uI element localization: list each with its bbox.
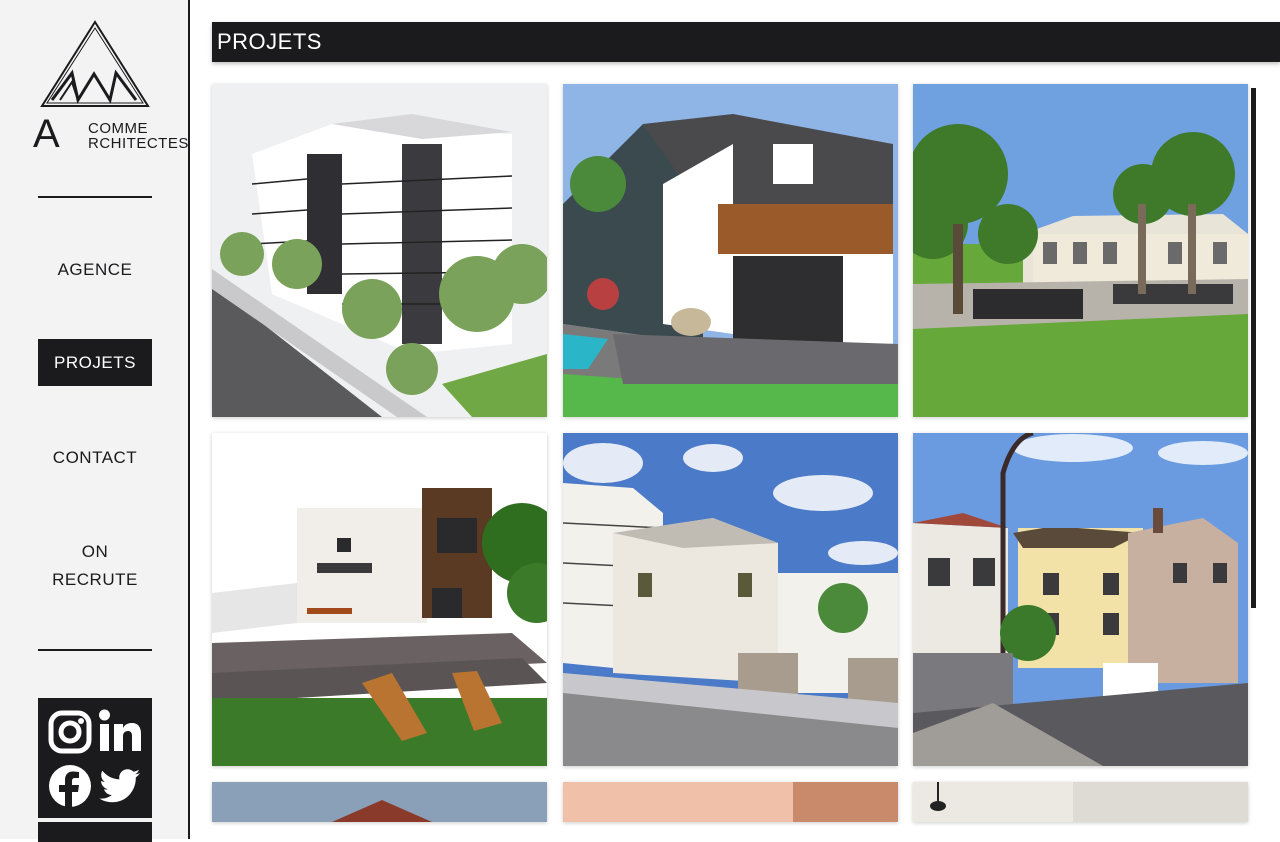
project-image [563,84,898,417]
project-tile[interactable] [913,782,1248,822]
project-tile[interactable] [212,782,547,822]
page-title-bar: PROJETS [212,22,1280,62]
nav-item-label: CONTACT [52,448,138,467]
project-image [212,433,547,766]
project-image [212,84,547,417]
nav-item-contact[interactable]: CONTACT [38,446,152,470]
nav-item-on-recrute[interactable]: ON RECRUTE [38,538,152,594]
logo-letter: A [33,112,60,156]
project-image [212,782,547,822]
project-tile[interactable] [563,84,898,417]
logo-line-2: RCHITECTES [88,135,189,152]
nav-item-agence[interactable]: AGENCE [38,258,152,282]
project-image [913,84,1248,417]
nav-item-label: PROJETS [54,353,136,372]
divider-bottom [38,649,152,651]
logo-wordmark: COMME RCHITECTES [88,121,189,151]
main-content: PROJETS [212,0,1280,839]
instagram-icon[interactable] [48,710,92,754]
nav-item-label: AGENCE [57,260,133,279]
divider-top [38,196,152,198]
project-tile[interactable] [212,433,547,766]
twitter-icon[interactable] [98,764,142,808]
project-image [563,433,898,766]
project-image [563,782,898,822]
social-links [38,698,152,818]
project-tile[interactable] [913,433,1248,766]
page-title: PROJETS [217,29,322,54]
nav-item-projets[interactable]: PROJETS [38,339,152,386]
project-image [913,433,1248,766]
linkedin-icon[interactable] [98,708,142,752]
project-tile[interactable] [913,84,1248,417]
logo-line-1: COMME [88,120,148,137]
nav-item-label-line-1: ON [81,542,109,561]
logo-mark [40,20,150,107]
nav-item-label-line-2: RECRUTE [52,570,138,589]
facebook-icon[interactable] [48,764,92,808]
scrollbar[interactable] [1251,88,1256,608]
sidebar: A COMME RCHITECTES AGENCE PROJETS CONTAC… [0,0,190,842]
project-tile[interactable] [212,84,547,417]
project-tile[interactable] [563,433,898,766]
project-image [913,782,1248,822]
social-panel-extra [38,822,152,842]
brand-logo[interactable]: A COMME RCHITECTES [30,18,188,158]
project-tile[interactable] [563,782,898,822]
